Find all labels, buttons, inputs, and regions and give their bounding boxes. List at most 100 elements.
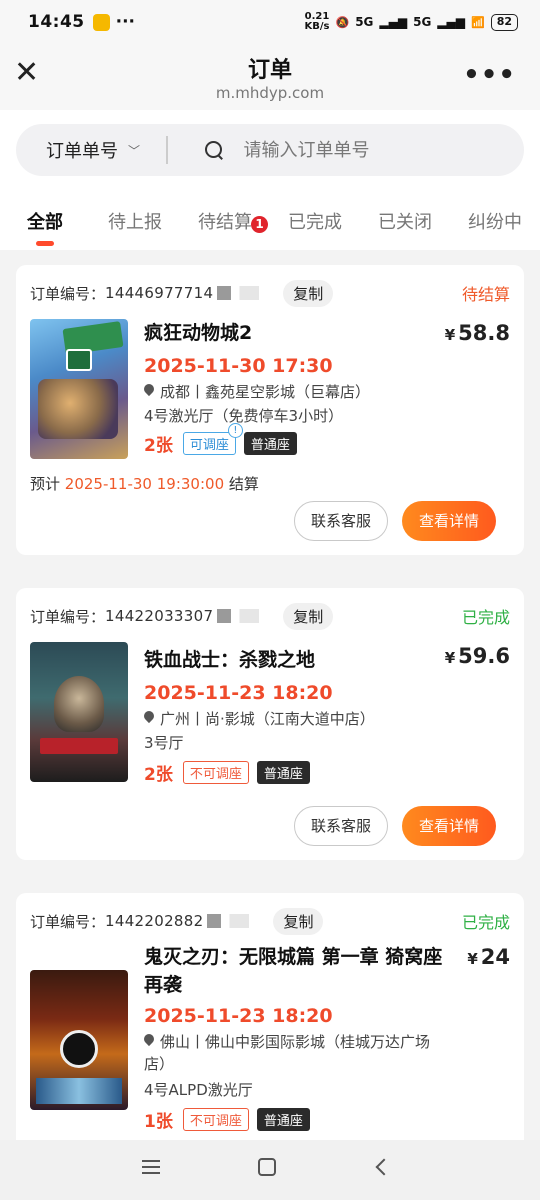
currency-symbol: ¥ (444, 326, 456, 344)
order-no: 14446977714 (105, 284, 214, 302)
search-input[interactable] (243, 139, 464, 161)
showtime: 2025-11-30 17:30 (144, 355, 333, 377)
status-bar: 14:45 ··· 0.21 KB/s 🔕 5G ▂▄▆ 5G ▂▄▆ 📶 82 (0, 0, 540, 44)
copy-button[interactable]: 复制 (273, 907, 324, 935)
ticket-qty: 2张 (144, 436, 173, 456)
tab-label: 待上报 (108, 212, 162, 233)
poster-title-band (40, 738, 118, 754)
signal-2-icon: 5G (413, 15, 432, 29)
masked-order-digits (217, 286, 274, 300)
tab-label: 已关闭 (378, 212, 432, 233)
seat-not-adjustable-tag: 不可调座 (182, 761, 249, 784)
poster-emblem (60, 1030, 98, 1068)
order-status: 待结算 (461, 285, 510, 304)
showtime: 2025-11-23 18:20 (144, 682, 333, 704)
order-no: 1442202882 (105, 912, 204, 930)
tab-closed[interactable]: 已关闭 (360, 194, 450, 250)
search-type-select[interactable]: 订单单号 ﹀ (46, 137, 140, 163)
home-icon[interactable] (258, 1158, 276, 1176)
signal-bars-icon: ▂▄▆ (379, 15, 408, 29)
tab-all[interactable]: 全部 (0, 194, 90, 250)
order-card: 订单编号： 1442202882 复制 已完成 鬼灭之刃：无限城篇 第一章 猗窝… (16, 893, 524, 1140)
price-value: 24 (480, 945, 510, 969)
chevron-down-icon: ﹀ (128, 143, 141, 158)
tab-dispute[interactable]: 纠纷中 (450, 194, 540, 250)
info-icon[interactable]: ! (227, 423, 243, 438)
view-details-button[interactable]: 查看详情 (402, 501, 496, 541)
price-value: 59.6 (458, 644, 510, 668)
battery-indicator: 82 (490, 13, 518, 31)
ticket-qty: 1张 (144, 1112, 173, 1132)
order-page: 订单单号 ﹀ 全部 待上报 待结算 1 已完成 (0, 110, 540, 1140)
movie-title: 铁血战士：杀戮之地 (144, 649, 316, 671)
view-details-button[interactable]: 查看详情 (402, 806, 496, 846)
hall: 4号激光厅（免费停车3小时） (144, 407, 344, 425)
movie-title: 疯狂动物城2 (144, 322, 253, 344)
settle-time: 2025-11-30 19:30:00 (64, 475, 225, 493)
seat-type-tag: 普通座 (243, 432, 297, 455)
movie-poster[interactable] (30, 642, 128, 782)
poster-bottom-band (36, 1078, 122, 1104)
order-header: 订单编号： 14446977714 复制 待结算 (30, 279, 510, 307)
seat-tag-label: 可调座 (189, 438, 229, 453)
browser-title-bar: ✕ 订单 m.mhdyp.com ••• (0, 44, 540, 110)
back-icon[interactable] (375, 1158, 393, 1176)
order-header: 订单编号： 1442202882 复制 已完成 (30, 907, 510, 935)
system-navigation-bar (0, 1140, 540, 1200)
cinema: 佛山丨佛山中影国际影城（桂城万达广场 店） (144, 1031, 474, 1075)
cinema: 广州丨尚·影城（江南大道中店） (144, 708, 375, 730)
order-no-label: 订单编号： (30, 284, 106, 303)
poster-character (54, 676, 104, 732)
tab-label: 全部 (27, 212, 63, 233)
copy-button[interactable]: 复制 (283, 279, 334, 307)
order-no-label: 订单编号： (30, 607, 106, 626)
network-speed: 0.21 KB/s (305, 12, 330, 32)
signal-bars-icon: ▂▄▆ (437, 15, 465, 29)
seat-type-tag: 普通座 (256, 1108, 310, 1131)
tab-label-wrap: 待结算 1 (198, 212, 268, 233)
order-status: 已完成 (461, 608, 510, 627)
menu-icon[interactable] (142, 1160, 160, 1174)
settle-prefix: 预计 (30, 475, 61, 493)
location-pin-icon (144, 711, 154, 724)
currency-symbol: ¥ (467, 950, 478, 968)
tab-label: 纠纷中 (468, 212, 522, 233)
tab-pending-settlement[interactable]: 待结算 1 (180, 194, 270, 250)
movie-title: 鬼灭之刃：无限城篇 第一章 猗窝座 再袭 (144, 943, 464, 999)
poster-badge (66, 349, 92, 371)
order-price: ¥58.8 (445, 321, 510, 345)
cinema-name-line-1: 佛山丨佛山中影国际影城（桂城万达广场 (160, 1033, 431, 1051)
copy-button[interactable]: 复制 (283, 602, 334, 630)
movie-poster[interactable] (30, 319, 128, 459)
mute-icon: 🔕 (335, 15, 350, 29)
hall: 4号ALPD激光厅 (144, 1081, 253, 1099)
order-header: 订单编号： 14422033307 复制 已完成 (30, 602, 510, 630)
tab-completed[interactable]: 已完成 (270, 194, 360, 250)
tab-badge: 1 (251, 216, 268, 233)
page-title: 订单 (247, 58, 292, 83)
order-price: ¥24 (467, 945, 510, 969)
seat-info: 1张 不可调座 普通座 (144, 1107, 310, 1132)
more-options-icon[interactable]: ••• (463, 60, 516, 90)
order-card: 订单编号： 14446977714 复制 待结算 疯狂动物城2 ¥58.8 20… (16, 265, 524, 555)
cinema-name-line-2: 店） (144, 1055, 175, 1073)
seat-not-adjustable-tag: 不可调座 (182, 1108, 249, 1131)
search-divider (166, 136, 168, 164)
order-no: 14422033307 (105, 607, 214, 625)
cinema-name: 广州丨尚·影城（江南大道中店） (160, 710, 375, 728)
settle-suffix: 结算 (228, 475, 259, 493)
tab-pending-report[interactable]: 待上报 (90, 194, 180, 250)
contact-support-button[interactable]: 联系客服 (294, 501, 388, 541)
tab-label: 已完成 (288, 212, 342, 233)
signal-1-icon: 5G (355, 15, 374, 29)
search-icon (204, 140, 224, 160)
page-url: m.mhdyp.com (215, 84, 325, 102)
location-pin-icon (144, 384, 154, 397)
movie-poster[interactable] (30, 970, 128, 1110)
seat-info: 2张 不可调座 普通座 (144, 760, 310, 785)
status-time: 14:45 (28, 12, 85, 32)
order-no-label: 订单编号： (30, 912, 106, 931)
order-price: ¥59.6 (445, 644, 510, 668)
search-type-label: 订单单号 (46, 141, 118, 162)
contact-support-button[interactable]: 联系客服 (294, 806, 388, 846)
